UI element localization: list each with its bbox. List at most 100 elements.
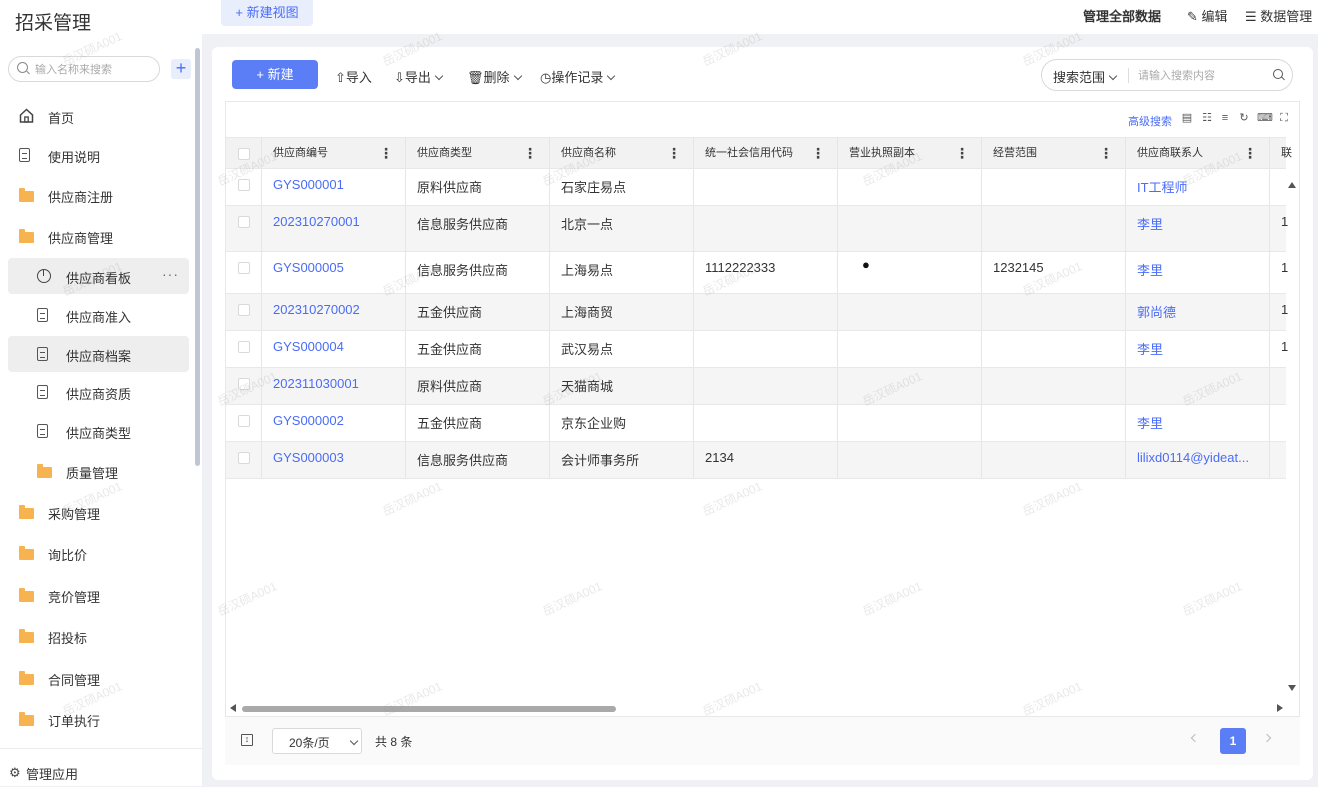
expand-icon[interactable]: ↕ (241, 734, 253, 746)
column-menu-icon[interactable]: ⋮ (1243, 138, 1257, 169)
import-button[interactable]: ⇧导入 (335, 67, 372, 86)
operation-log-button[interactable]: ◷操作记录 (540, 67, 616, 86)
sidebar-item[interactable]: 供应商准入 (8, 297, 189, 333)
sidebar-item[interactable]: 合同管理 (8, 660, 189, 696)
horizontal-scrollbar[interactable] (242, 706, 616, 712)
column-menu-icon[interactable]: ⋮ (667, 138, 681, 169)
current-page-button[interactable]: 1 (1220, 728, 1246, 754)
sidebar-item[interactable]: 竞价管理 (8, 577, 189, 613)
sidebar-item[interactable]: 供应商管理 (8, 218, 189, 254)
column-settings-icon[interactable]: ☷ (1201, 112, 1213, 124)
next-page-button[interactable] (1262, 733, 1272, 743)
search-icon[interactable] (1273, 69, 1283, 79)
scroll-left-arrow[interactable] (230, 704, 236, 712)
column-header[interactable]: 供应商类型 ⋮ (406, 138, 550, 169)
table-row[interactable]: GYS000001 原料供应商 石家庄易点 IT工程师 (226, 169, 1286, 206)
menu-search-box[interactable] (8, 56, 160, 82)
column-menu-icon[interactable]: ⋮ (1099, 138, 1113, 169)
delete-button[interactable]: 🗑删除 (467, 67, 522, 86)
table-row[interactable]: 202311030001 原料供应商 天猫商城 (226, 368, 1286, 405)
table-cell-contact[interactable]: 李里 (1126, 405, 1270, 441)
table-cell-id[interactable]: GYS000004 (262, 331, 406, 367)
table-row[interactable]: GYS000004 五金供应商 武汉易点 李里 1 (226, 331, 1288, 368)
sidebar-item[interactable]: 供应商类型 (8, 413, 189, 449)
sidebar-item[interactable]: 供应商档案 (8, 336, 189, 372)
table-row[interactable]: 202310270002 五金供应商 上海商贸 郭尚德 1 (226, 294, 1288, 331)
row-checkbox[interactable] (238, 415, 250, 427)
more-options-icon[interactable]: ··· (162, 266, 179, 282)
table-cell-id[interactable]: GYS000002 (262, 405, 406, 441)
advanced-search-link[interactable]: 高级搜索 (1128, 113, 1172, 129)
license-image-icon[interactable]: ● (862, 257, 870, 272)
row-checkbox[interactable] (238, 341, 250, 353)
table-cell-id[interactable]: 202310270002 (262, 294, 406, 330)
table-row[interactable]: GYS000005 信息服务供应商 上海易点 1112222333 ● 1232145 李里… (226, 252, 1288, 294)
new-button[interactable]: + 新建 (232, 60, 318, 89)
export-file-icon[interactable]: ▤ (1181, 112, 1193, 124)
column-menu-icon[interactable]: ⋮ (811, 138, 825, 169)
data-manage-button[interactable]: ☰ 数据管理 (1245, 6, 1312, 25)
fullscreen-icon[interactable]: ⛶ (1278, 112, 1290, 124)
sidebar-item[interactable]: 使用说明 (8, 137, 189, 173)
table-cell-contact[interactable]: 李里 (1126, 252, 1270, 293)
row-checkbox[interactable] (238, 216, 250, 228)
sidebar-item[interactable]: 质量管理 (8, 453, 189, 489)
table-cell-contact[interactable]: 李里 (1126, 206, 1270, 251)
column-header[interactable]: 供应商编号 ⋮ (262, 138, 406, 169)
sidebar-item[interactable]: 询比价 (8, 535, 189, 571)
scroll-up-arrow[interactable] (1288, 182, 1296, 188)
row-checkbox[interactable] (238, 378, 250, 390)
sidebar-item[interactable]: 招投标 (8, 618, 189, 654)
table-row[interactable]: 202310270001 信息服务供应商 北京一点 李里 1 (226, 206, 1288, 252)
manage-app-button[interactable]: ⚙ 管理应用 (0, 748, 202, 787)
row-checkbox[interactable] (238, 179, 250, 191)
column-header[interactable]: 供应商联系人 ⋮ (1126, 138, 1270, 169)
manage-all-data-button[interactable]: 管理全部数据 (1083, 6, 1161, 25)
column-menu-icon[interactable]: ⋮ (379, 138, 393, 169)
scroll-down-arrow[interactable] (1288, 685, 1296, 691)
table-cell-id[interactable]: 202310270001 (262, 206, 406, 251)
column-header[interactable]: 联 (1270, 138, 1299, 169)
table-cell-id[interactable]: GYS000001 (262, 169, 406, 205)
column-menu-icon[interactable]: ⋮ (523, 138, 537, 169)
sidebar-item[interactable]: 首页 (8, 98, 189, 134)
table-search-input[interactable] (1136, 66, 1270, 86)
menu-search-input[interactable] (33, 60, 157, 80)
scroll-right-arrow[interactable] (1277, 704, 1283, 712)
search-scope-select[interactable]: 搜索范围 (1053, 67, 1118, 86)
row-height-icon[interactable]: ≡ (1219, 112, 1231, 124)
table-row[interactable]: GYS000002 五金供应商 京东企业购 李里 (226, 405, 1286, 442)
export-button[interactable]: ⇩导出 (394, 67, 444, 86)
prev-page-button[interactable] (1190, 733, 1200, 743)
sidebar-item[interactable]: 订单执行 (8, 701, 189, 737)
row-checkbox[interactable] (238, 262, 250, 274)
add-menu-button[interactable]: + (171, 59, 191, 79)
page-size-select[interactable]: 20条/页 (272, 728, 362, 754)
table-cell-contact[interactable]: 郭尚德 (1126, 294, 1270, 330)
row-checkbox[interactable] (238, 304, 250, 316)
table-cell-id[interactable]: GYS000003 (262, 442, 406, 478)
column-header[interactable]: 供应商名称 ⋮ (550, 138, 694, 169)
edit-button[interactable]: ✎ 编辑 (1187, 6, 1228, 25)
new-view-button[interactable]: + 新建视图 (221, 0, 313, 26)
column-header[interactable]: 经营范围 ⋮ (982, 138, 1126, 169)
sidebar-item[interactable]: 供应商看板 ··· (8, 258, 189, 294)
column-menu-icon[interactable]: ⋮ (955, 138, 969, 169)
column-header[interactable]: 统一社会信用代码 ⋮ (694, 138, 838, 169)
table-cell-id[interactable]: GYS000005 (262, 252, 406, 293)
sidebar-scrollbar[interactable] (195, 48, 200, 466)
table-cell-contact[interactable]: 李里 (1126, 331, 1270, 367)
table-cell-contact[interactable] (1126, 368, 1270, 404)
table-cell-contact[interactable]: lilixd0114@yideat... (1126, 442, 1270, 478)
table-cell-id[interactable]: 202311030001 (262, 368, 406, 404)
row-checkbox[interactable] (238, 452, 250, 464)
sidebar-item[interactable]: 供应商资质 (8, 374, 189, 410)
table-row[interactable]: GYS000003 信息服务供应商 会计师事务所 2134 lilixd0114@yid… (226, 442, 1286, 479)
select-all-checkbox[interactable] (238, 148, 250, 160)
sidebar-item[interactable]: 供应商注册 (8, 177, 189, 213)
keyboard-icon[interactable]: ⌨ (1257, 112, 1273, 124)
sidebar-item[interactable]: 采购管理 (8, 494, 189, 530)
table-cell-contact[interactable]: IT工程师 (1126, 169, 1270, 205)
refresh-icon[interactable]: ↻ (1238, 112, 1250, 124)
column-header[interactable]: 营业执照副本 ⋮ (838, 138, 982, 169)
